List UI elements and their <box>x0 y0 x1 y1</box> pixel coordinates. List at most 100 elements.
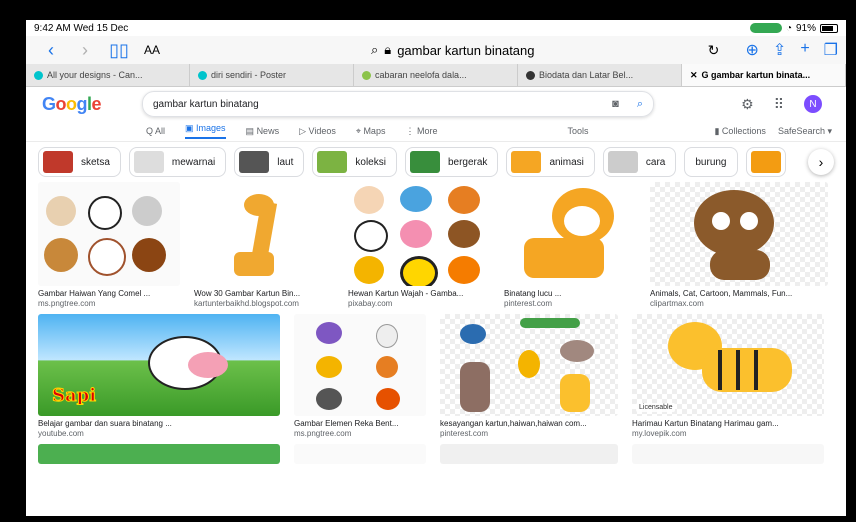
tab-images-label: Images <box>196 123 226 133</box>
browser-tab[interactable]: cabaran neelofa dala... <box>354 64 518 86</box>
chip-koleksi[interactable]: koleksi <box>312 147 397 177</box>
tab-all[interactable]: Q All <box>146 126 165 136</box>
tab-favicon-icon <box>362 70 371 80</box>
result-image-partial[interactable] <box>38 444 280 464</box>
chip-more[interactable] <box>745 147 786 177</box>
chip-cara[interactable]: cara <box>602 147 677 177</box>
battery-percent: 91% <box>795 22 816 34</box>
tab-more[interactable]: ⋮ More <box>405 126 437 137</box>
result-title: Belajar gambar dan suara binatang ... <box>38 419 172 428</box>
chip-laut[interactable]: laut <box>234 147 305 177</box>
header-right: ⚙ ⠿ N <box>741 95 822 113</box>
bookmarks-icon[interactable]: ▯▯ <box>102 40 136 61</box>
avatar[interactable]: N <box>804 95 822 113</box>
chip-label: koleksi <box>355 156 386 168</box>
chip-label: animasi <box>549 156 584 168</box>
tab-news-label: News <box>256 125 280 136</box>
result-title: Gambar Elemen Reka Bent... <box>294 419 399 428</box>
result-source: ms.pngtree.com <box>38 299 96 308</box>
image-results-grid: Gambar Haiwan Yang Comel ... ms.pngtree.… <box>26 182 846 464</box>
image-result[interactable]: Gambar Elemen Reka Bent... ms.pngtree.co… <box>294 314 426 438</box>
reader-settings-button[interactable]: AA <box>144 43 204 57</box>
tab-maps[interactable]: ⌖ Maps <box>356 126 386 137</box>
address-text: gambar kartun binatang <box>397 42 535 58</box>
results-row: Sapi Belajar gambar dan suara binatang .… <box>38 314 834 438</box>
tab-label: diri sendiri - Poster <box>211 70 287 80</box>
apps-grid-icon[interactable]: ⠿ <box>774 96 784 113</box>
chip-sketsa[interactable]: sketsa <box>38 147 121 177</box>
image-result[interactable]: Hewan Kartun Wajah - Gamba... pixabay.co… <box>348 182 490 308</box>
tab-images[interactable]: ▣ Images <box>185 123 226 139</box>
result-source: pinterest.com <box>440 429 489 438</box>
result-image-partial[interactable] <box>632 444 824 464</box>
video-icon: ▷ <box>299 125 309 136</box>
result-image <box>38 182 180 286</box>
camera-icon[interactable]: ◙ <box>612 98 619 111</box>
chip-animasi[interactable]: animasi <box>506 147 595 177</box>
close-tab-icon[interactable]: ✕ <box>690 70 698 81</box>
image-result[interactable]: kesayangan kartun,haiwan,haiwan com... p… <box>440 314 618 438</box>
browser-tab[interactable]: Biodata dan Latar Bel... <box>518 64 682 86</box>
image-result[interactable]: Wow 30 Gambar Kartun Bin... kartunterbai… <box>194 182 334 308</box>
chip-thumbnail <box>239 151 270 173</box>
collections-link[interactable]: ▮ Collections <box>714 126 765 137</box>
result-source: ms.pngtree.com <box>294 429 352 438</box>
chip-label: mewarnai <box>171 156 216 168</box>
image-result[interactable]: Licensable Harimau Kartun Binatang Harim… <box>632 314 824 438</box>
result-title: Gambar Haiwan Yang Comel ... <box>38 289 151 298</box>
call-indicator-icon <box>749 23 782 33</box>
settings-gear-icon[interactable]: ⚙ <box>741 96 754 113</box>
tab-news[interactable]: ▤ News <box>246 126 280 137</box>
chip-mewarnai[interactable]: mewarnai <box>128 147 227 177</box>
share-icon[interactable]: ⇪ <box>773 40 786 60</box>
lock-icon: 🔒︎ <box>384 42 392 57</box>
related-searches-chips: sketsa mewarnai laut koleksi bergerak an… <box>26 142 846 182</box>
tab-label: G gambar kartun binata... <box>701 70 811 80</box>
image-result[interactable]: Binatang lucu ... pinterest.com <box>504 182 636 308</box>
result-source: kartunterbaikhd.blogspot.com <box>194 299 299 308</box>
chevron-right-icon[interactable]: › <box>808 149 834 175</box>
browser-tab[interactable]: diri sendiri - Poster <box>190 64 354 86</box>
image-result[interactable]: Gambar Haiwan Yang Comel ... ms.pngtree.… <box>38 182 180 308</box>
new-tab-icon[interactable]: + <box>800 40 809 60</box>
download-icon[interactable]: ⊕ <box>746 40 759 60</box>
search-input[interactable]: gambar kartun binatang <box>153 99 612 110</box>
search-box[interactable]: gambar kartun binatang ◙ ⌕ <box>142 91 654 117</box>
browser-tab[interactable]: All your designs - Can... <box>26 64 190 86</box>
tab-videos[interactable]: ▷ Videos <box>299 126 336 137</box>
chip-label: cara <box>645 156 666 168</box>
tab-maps-label: Maps <box>363 125 386 136</box>
result-source: my.lovepik.com <box>632 429 687 438</box>
forward-icon[interactable]: › <box>68 40 102 61</box>
reload-icon[interactable]: ↻ <box>702 42 726 59</box>
wifi-icon: ◔ <box>785 22 792 34</box>
result-image-partial[interactable] <box>294 444 426 464</box>
chip-bergerak[interactable]: bergerak <box>404 147 499 177</box>
result-image: Sapi <box>38 314 280 416</box>
result-image: Licensable <box>632 314 824 416</box>
tools-button[interactable]: Tools <box>567 126 588 136</box>
back-icon[interactable]: ‹ <box>34 40 68 61</box>
status-time: 9:42 AM Wed 15 Dec <box>34 22 129 34</box>
image-result[interactable]: Sapi Belajar gambar dan suara binatang .… <box>38 314 280 438</box>
chip-label: burung <box>695 156 727 168</box>
browser-toolbar: ‹ › ▯▯ AA ⌕ 🔒︎ gambar kartun binatang ↻ … <box>26 36 846 64</box>
result-source: pixabay.com <box>348 299 393 308</box>
result-source: youtube.com <box>38 429 84 438</box>
status-bar: 9:42 AM Wed 15 Dec ◔ 91% <box>26 20 846 36</box>
search-icon[interactable]: ⌕ <box>637 98 643 111</box>
browser-tab-active[interactable]: ✕ G gambar kartun binata... <box>682 64 846 86</box>
result-title: Animals, Cat, Cartoon, Mammals, Fun... <box>650 289 793 298</box>
chip-burung[interactable]: burung <box>684 147 738 177</box>
address-bar[interactable]: ⌕ 🔒︎ gambar kartun binatang <box>204 42 702 58</box>
image-result[interactable]: Animals, Cat, Cartoon, Mammals, Fun... c… <box>650 182 828 308</box>
news-icon: ▤ <box>245 125 257 136</box>
tabs-overview-icon[interactable]: ❐ <box>824 40 838 60</box>
result-image <box>294 314 426 416</box>
safesearch-menu[interactable]: SafeSearch ▾ <box>778 126 832 137</box>
google-logo[interactable]: Google <box>42 94 142 115</box>
result-image-partial[interactable] <box>440 444 618 464</box>
result-overlay-text: Sapi <box>51 385 97 407</box>
chip-thumbnail <box>133 151 164 173</box>
tab-favicon-icon <box>34 70 43 80</box>
